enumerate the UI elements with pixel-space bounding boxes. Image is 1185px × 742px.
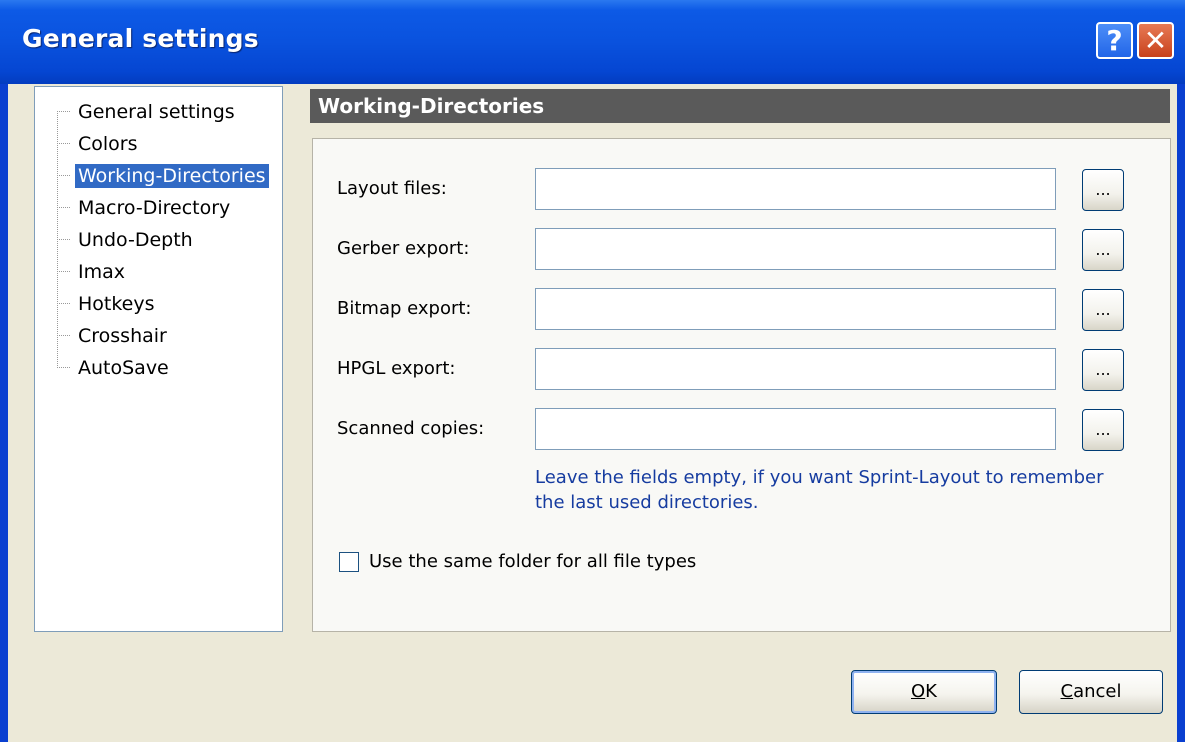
- tree-item-label: General settings: [78, 101, 235, 123]
- settings-tree: General settings Colors Working-Director…: [34, 86, 283, 632]
- gerber-export-input[interactable]: [535, 228, 1056, 270]
- gerber-export-label: Gerber export:: [337, 238, 470, 259]
- hpgl-export-input[interactable]: [535, 348, 1056, 390]
- tree-branch-line: [57, 161, 71, 193]
- same-folder-checkbox[interactable]: [339, 552, 359, 572]
- working-directories-panel: Layout files: ... Gerber export: ... Bit…: [312, 138, 1171, 632]
- tree-item-label: AutoSave: [78, 357, 169, 379]
- cancel-mnemonic: C: [1060, 681, 1074, 702]
- tree-branch-line: [57, 321, 71, 353]
- bitmap-export-browse-button[interactable]: ...: [1082, 289, 1124, 331]
- tree-item-working-directories[interactable]: Working-Directories: [35, 161, 284, 193]
- scanned-copies-browse-button[interactable]: ...: [1082, 409, 1124, 451]
- bitmap-export-input[interactable]: [535, 288, 1056, 330]
- tree-branch-line: [57, 353, 71, 368]
- hpgl-export-label: HPGL export:: [337, 358, 456, 379]
- tree-item-label: Imax: [78, 261, 125, 283]
- tree-branch-line: [57, 257, 71, 289]
- title-bar[interactable]: General settings ? ✕: [0, 0, 1185, 84]
- bitmap-export-label: Bitmap export:: [337, 298, 472, 319]
- ok-button[interactable]: OK: [851, 670, 997, 714]
- gerber-export-browse-button[interactable]: ...: [1082, 229, 1124, 271]
- ok-mnemonic: O: [911, 681, 926, 702]
- help-button[interactable]: ?: [1096, 22, 1133, 59]
- tree-item-general-settings[interactable]: General settings: [35, 97, 284, 129]
- tree-item-label: Macro-Directory: [78, 197, 231, 219]
- tree-branch-line: [57, 111, 71, 129]
- scanned-copies-input[interactable]: [535, 408, 1056, 450]
- cancel-button[interactable]: Cancel: [1019, 670, 1163, 714]
- window-title: General settings: [22, 24, 259, 53]
- tree-item-macro-directory[interactable]: Macro-Directory: [35, 193, 284, 225]
- hint-line-1: Leave the fields empty, if you want Spri…: [535, 467, 1104, 488]
- tree-item-colors[interactable]: Colors: [35, 129, 284, 161]
- tree-item-label: Working-Directories: [75, 164, 269, 188]
- section-title: Working-Directories: [310, 89, 1170, 123]
- cancel-label-rest: ancel: [1073, 681, 1122, 702]
- tree-item-imax[interactable]: Imax: [35, 257, 284, 289]
- tree-branch-line: [57, 225, 71, 257]
- layout-files-label: Layout files:: [337, 178, 447, 199]
- help-icon: ?: [1106, 24, 1123, 57]
- settings-dialog: General settings ? ✕ General settings Co…: [0, 0, 1185, 742]
- tree-item-hotkeys[interactable]: Hotkeys: [35, 289, 284, 321]
- hint-line-2: the last used directories.: [535, 492, 759, 513]
- tree-item-label: Hotkeys: [78, 293, 155, 315]
- hpgl-export-browse-button[interactable]: ...: [1082, 349, 1124, 391]
- tree-item-label: Crosshair: [78, 325, 167, 347]
- tree-item-label: Undo-Depth: [78, 229, 193, 251]
- scanned-copies-label: Scanned copies:: [337, 418, 485, 439]
- tree-branch-line: [57, 129, 71, 161]
- tree-branch-line: [57, 193, 71, 225]
- layout-files-browse-button[interactable]: ...: [1082, 169, 1124, 211]
- directories-hint: Leave the fields empty, if you want Spri…: [535, 465, 1155, 515]
- tree-item-undo-depth[interactable]: Undo-Depth: [35, 225, 284, 257]
- tree-item-label: Colors: [78, 133, 138, 155]
- close-icon: ✕: [1143, 24, 1168, 57]
- tree-item-crosshair[interactable]: Crosshair: [35, 321, 284, 353]
- close-button[interactable]: ✕: [1137, 22, 1174, 59]
- dialog-client-area: General settings Colors Working-Director…: [8, 84, 1177, 742]
- layout-files-input[interactable]: [535, 168, 1056, 210]
- ok-label-rest: K: [925, 681, 937, 702]
- tree-branch-line: [57, 289, 71, 321]
- same-folder-label: Use the same folder for all file types: [369, 551, 697, 572]
- tree-item-autosave[interactable]: AutoSave: [35, 353, 284, 385]
